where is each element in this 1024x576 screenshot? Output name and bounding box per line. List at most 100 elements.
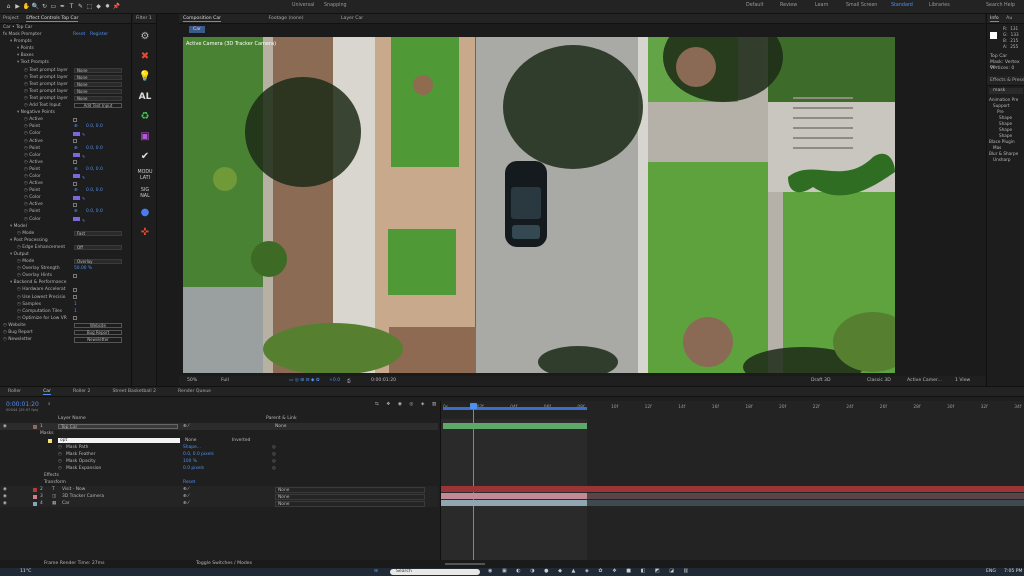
- timeline-row[interactable]: Effects: [0, 472, 438, 479]
- layer-name[interactable]: Car: [62, 500, 70, 507]
- check-icon[interactable]: ✔: [133, 150, 157, 164]
- timeline-row[interactable]: ◉ 4 ▦ Car ⊕ ⁄ None: [0, 500, 438, 507]
- crosshair-icon[interactable]: ⊕: [74, 188, 78, 193]
- layer-bar-car[interactable]: [441, 500, 587, 506]
- pickwhip-icon[interactable]: ◎: [272, 458, 276, 465]
- layer-bar-camera[interactable]: [441, 493, 587, 499]
- tool-button[interactable]: ⬚: [85, 2, 94, 12]
- pickwhip-icon[interactable]: ◎: [272, 465, 276, 472]
- stopwatch-icon[interactable]: ◷: [58, 451, 62, 458]
- property-dropdown[interactable]: Overlay: [74, 259, 122, 265]
- mask-property-value[interactable]: 0.0, 0.0 pixels: [183, 451, 214, 458]
- effects-tree-item[interactable]: Unsharp: [989, 157, 1018, 163]
- composition-viewer[interactable]: Active Camera (3D Tracker Camera): [183, 37, 895, 373]
- property-checkbox[interactable]: [73, 295, 77, 300]
- label-color[interactable]: [33, 494, 37, 499]
- tool-button[interactable]: ▶: [13, 2, 22, 12]
- property-checkbox[interactable]: [73, 160, 77, 165]
- universal-label[interactable]: Universal: [292, 3, 314, 8]
- workspace-libraries[interactable]: Libraries: [929, 3, 950, 8]
- property-checkbox[interactable]: [73, 202, 77, 207]
- taskbar-search[interactable]: Search: [390, 569, 480, 575]
- property-value[interactable]: 1: [74, 302, 77, 307]
- layer-name[interactable]: Top Car: [58, 423, 178, 429]
- timeline-tab[interactable]: Roller: [8, 389, 21, 394]
- property-value[interactable]: 0.0, 0.0: [86, 167, 103, 172]
- timeline-graph[interactable]: 0s02f04f06f08f10f12f14f16f18f20f22f24f26…: [440, 401, 1024, 561]
- property-checkbox[interactable]: [73, 139, 77, 143]
- property-dropdown[interactable]: None: [74, 74, 122, 80]
- pickwhip-icon[interactable]: ◎: [272, 444, 276, 451]
- renderer-dropdown[interactable]: Classic 3D: [867, 378, 891, 383]
- property-value[interactable]: 0.0, 0.0: [86, 188, 103, 193]
- property-value[interactable]: 0.0, 0.0: [86, 209, 103, 214]
- property-value[interactable]: 0.0, 0.0: [86, 124, 103, 129]
- camera-snapshot-icon[interactable]: ⎙: [347, 378, 351, 384]
- property-value[interactable]: 0.0, 0.0: [86, 146, 103, 151]
- timeline-switches-icons[interactable]: ⇆ ❖ ◉ ◎ ◈ ▥: [375, 402, 439, 407]
- eye-icon[interactable]: ◉: [3, 423, 7, 430]
- property-checkbox[interactable]: [73, 316, 77, 321]
- layer-parent[interactable]: None: [275, 423, 286, 430]
- views-dropdown[interactable]: 1 View: [955, 378, 970, 383]
- timeline-row[interactable]: Transform Reset: [0, 479, 438, 486]
- effects-presets-header[interactable]: Effects & Presets: [987, 76, 1024, 86]
- layer-name[interactable]: 3D Tracker Camera: [62, 493, 104, 500]
- timeline-row[interactable]: ◷ Mask Feather 0.0, 0.0 pixels ◎: [0, 451, 438, 458]
- tool-button[interactable]: ✋: [22, 2, 31, 12]
- workspace-learn[interactable]: Learn: [815, 3, 828, 8]
- mask-property-value[interactable]: 0.0 pixels: [183, 465, 204, 472]
- layer-switches[interactable]: ⊕ ⁄: [183, 486, 189, 493]
- snapping-toggle[interactable]: Snapping: [324, 3, 347, 8]
- layer-switches[interactable]: ⊕ ⁄: [183, 423, 189, 430]
- tab-info[interactable]: Info: [990, 16, 999, 22]
- clock[interactable]: 7:05 PM: [1004, 569, 1023, 574]
- tab-effect-controls[interactable]: Effect Controls Top Car: [26, 16, 79, 22]
- work-area-bar[interactable]: [443, 407, 587, 410]
- mask-property-value[interactable]: Shape...: [183, 444, 201, 451]
- cross-arrows-icon[interactable]: ✖: [133, 50, 157, 64]
- timeline-tab[interactable]: Car: [43, 389, 51, 395]
- property-dropdown[interactable]: None: [74, 81, 122, 87]
- search-help[interactable]: Search Help: [986, 3, 1015, 8]
- tab-layer[interactable]: Layer Car: [341, 16, 363, 21]
- effects-search-input[interactable]: mask: [989, 88, 1023, 94]
- modulate-button[interactable]: MODU LATI: [133, 170, 157, 182]
- crosshair-icon[interactable]: ⊕: [74, 167, 78, 172]
- windows-start-icon[interactable]: ⊞: [374, 569, 378, 574]
- property-button[interactable]: Newsletter: [74, 336, 122, 343]
- property-dropdown[interactable]: Fast: [74, 230, 122, 236]
- layer-switches[interactable]: ⊕ ⁄: [183, 500, 189, 507]
- timeline-row[interactable]: Masks: [0, 430, 438, 437]
- tool-button[interactable]: ▭: [49, 2, 58, 12]
- al-button[interactable]: AL: [133, 90, 157, 104]
- tab-audio[interactable]: Au: [1006, 16, 1012, 21]
- timeline-row[interactable]: opt None Inverted: [0, 437, 438, 444]
- layer-bar-visit-now[interactable]: [441, 486, 1024, 492]
- mask-color[interactable]: [48, 438, 52, 443]
- property-dropdown[interactable]: Off: [74, 244, 122, 251]
- bulb-icon[interactable]: 💡: [133, 70, 157, 84]
- mask-name[interactable]: opt: [58, 437, 180, 443]
- crosshair-icon[interactable]: ⊕: [74, 124, 78, 129]
- layer-name[interactable]: Visit - Now: [62, 486, 85, 493]
- workspace-small-screen[interactable]: Small Screen: [846, 3, 877, 8]
- property-checkbox[interactable]: [73, 181, 77, 186]
- property-value[interactable]: 1: [74, 309, 77, 314]
- tool-button[interactable]: ⌂: [4, 2, 13, 12]
- tool-button[interactable]: 🔍: [31, 2, 40, 12]
- grid-icons[interactable]: ▭ ◎ ⊞ ⊟ ◆ ✿: [289, 378, 320, 383]
- layer-switches[interactable]: ⊕ ⁄: [183, 493, 189, 500]
- eye-icon[interactable]: ◉: [3, 493, 7, 500]
- layer-parent[interactable]: None: [275, 493, 425, 500]
- property-dropdown[interactable]: None: [74, 95, 122, 102]
- zoom-slider[interactable]: [445, 563, 485, 565]
- exposure-value[interactable]: +0.0: [329, 378, 340, 383]
- timeline-row[interactable]: ◉ 2 T Visit - Now ⊕ ⁄ None: [0, 486, 438, 493]
- masks-group[interactable]: Masks: [40, 430, 54, 437]
- workspace-default[interactable]: Default: [746, 3, 764, 8]
- taskbar-apps[interactable]: ◉ ▣ ◐ ◑ ● ◆ ▲ ◈ ✿ ❖ ■ ◧ ◩ ◪ ▥: [488, 568, 692, 574]
- stopwatch-icon[interactable]: ◷: [58, 458, 62, 465]
- zoom-dropdown[interactable]: 50%: [187, 378, 197, 383]
- tab-project[interactable]: Project: [3, 16, 19, 21]
